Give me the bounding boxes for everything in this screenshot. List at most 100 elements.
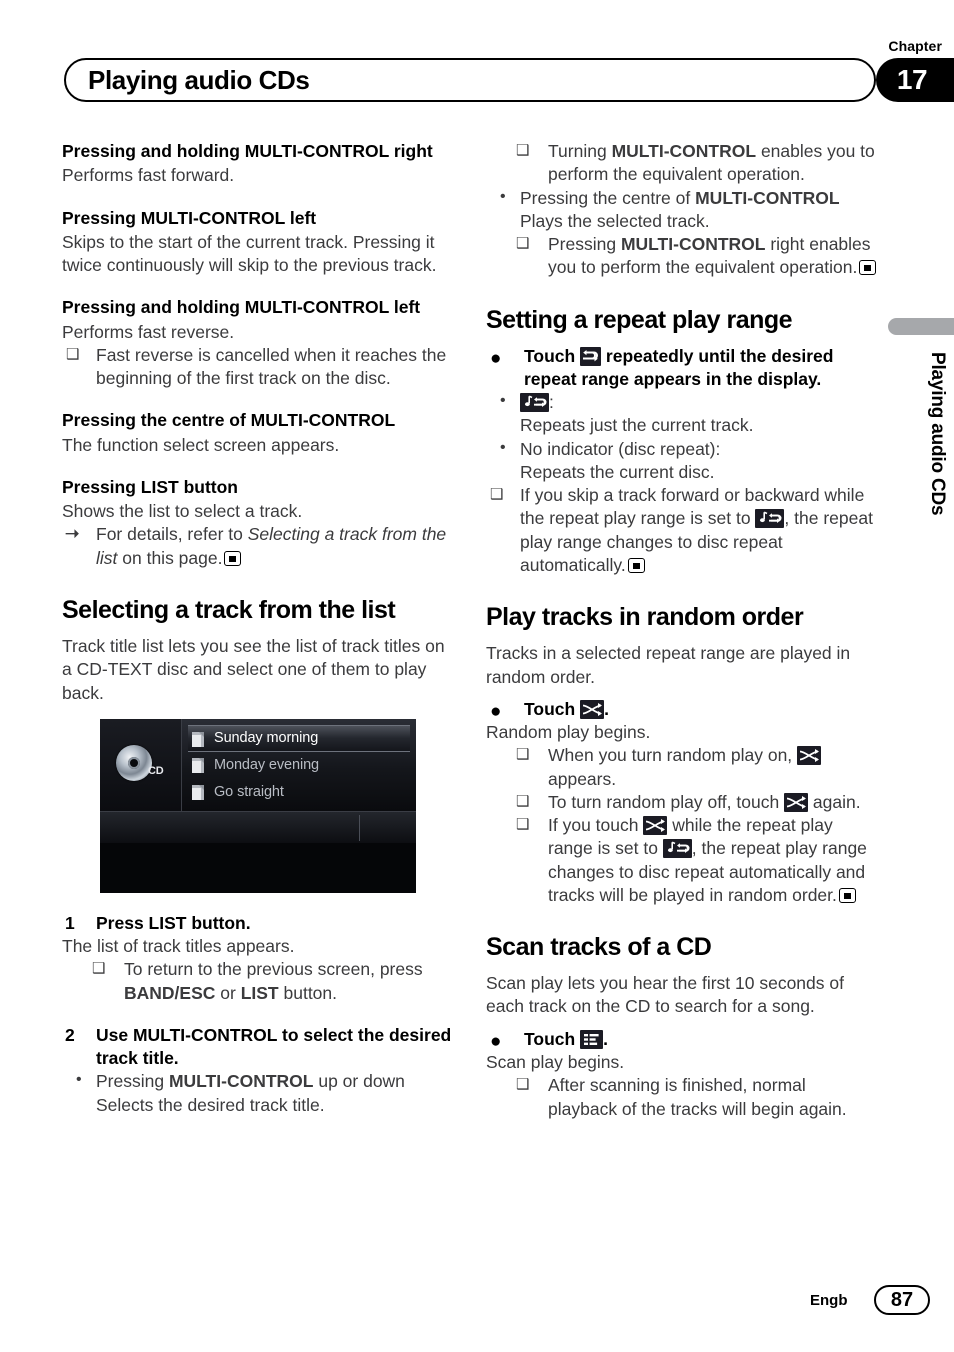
note-bold: MULTI-CONTROL [620, 234, 766, 255]
heading-setting-repeat-play-range: Setting a repeat play range [486, 305, 793, 334]
bullet-prefix: Pressing [96, 1071, 169, 1092]
bullet-dot-icon: • [500, 438, 506, 456]
action-suffix: . [603, 1028, 608, 1049]
note-suffix: again. [808, 791, 861, 812]
step-1: 1 Press LIST button. [62, 912, 454, 935]
shuffle-icon[interactable] [643, 816, 668, 836]
subheading-text-bold: Pressing [62, 207, 136, 228]
note-prefix: To turn random play off, touch [548, 791, 785, 812]
bullet-prefix: Pressing the centre of [520, 187, 696, 208]
subheading-pressing-holding-left: Pressing and holding MULTI-CONTROL left [62, 296, 454, 319]
note-return-previous-screen: ❑ To return to the previous screen, press… [62, 958, 454, 1005]
track-title: Go straight [214, 784, 284, 801]
note-text: Fast reverse is cancelled when it reache… [96, 344, 447, 389]
note-square-marker-icon: ❑ [516, 235, 530, 253]
note-suffix: appears. [548, 768, 617, 789]
repeat-icon[interactable] [580, 346, 602, 366]
subheading-text-rest: MULTI-CONTROL [245, 410, 396, 431]
side-tab-marker [888, 318, 954, 335]
note-square-marker-icon: ❑ [92, 960, 106, 978]
bullet-disc-repeat-option: • No indicator (disc repeat): [486, 438, 878, 461]
note-random-off: ❑ To turn random play off, touch again. [486, 791, 878, 814]
action-suffix: . [604, 698, 609, 719]
page-file-icon [192, 784, 204, 800]
body-track-title-list: Track title list lets you see the list o… [62, 635, 445, 703]
note-part-a: If you touch [548, 815, 644, 836]
track-repeat-icon[interactable] [662, 839, 692, 859]
subheading-text-bold: Pressing and holding [62, 141, 240, 161]
reference-selecting-track: ➝ For details, refer to Selecting a track… [62, 523, 454, 570]
page-file-icon [192, 757, 204, 773]
scan-icon[interactable] [580, 1029, 604, 1049]
body-scan-play: Scan play lets you hear the first 10 sec… [486, 973, 844, 1017]
note-text: After scanning is finished, normal playb… [548, 1075, 847, 1119]
chapter-number-badge: 17 [876, 58, 954, 102]
step-number: 2 [65, 1024, 75, 1045]
footer-page-number: 87 [874, 1285, 930, 1315]
body-skip-start: Skips to the start of the current track.… [62, 231, 437, 276]
bullet-text: : [549, 392, 554, 413]
list-item[interactable]: Go straight [188, 779, 412, 806]
page-title: Playing audio CDs [88, 64, 310, 95]
body-shows-list: Shows the list to select a track. [62, 501, 303, 522]
subheading-text-mid: MULTI-CONTROL [135, 207, 290, 228]
note-square-marker-icon: ❑ [516, 792, 530, 810]
list-item[interactable]: Monday evening [188, 752, 412, 779]
shuffle-icon[interactable] [784, 792, 809, 812]
action-bullet-icon: ● [490, 700, 502, 722]
screenshot-status-bar [100, 810, 416, 843]
subheading-pressing-centre: Pressing the centre of MULTI-CONTROL [62, 409, 454, 432]
side-tab-label: Playing audio CDs [927, 352, 948, 516]
cd-disc-icon [116, 744, 152, 781]
end-of-section-marker-icon [224, 550, 242, 566]
body-fast-forward: Performs fast forward. [62, 165, 235, 186]
step-text: Use MULTI-CONTROL to select the desired … [96, 1024, 452, 1069]
heading-play-tracks-random-order: Play tracks in random order [486, 603, 804, 632]
body-repeats-current-disc: Repeats the current disc. [520, 461, 715, 482]
action-touch-random: ● Touch . [486, 698, 878, 722]
device-screenshot: CD Sunday morning Monday evening Go stra… [100, 718, 416, 893]
note-random-with-track-repeat: ❑ If you touch while the repeat play rang… [486, 814, 878, 907]
step-2: 2 Use MULTI-CONTROL to select the desired… [62, 1024, 454, 1071]
note-square-marker-icon: ❑ [490, 486, 504, 504]
shuffle-icon[interactable] [797, 746, 822, 766]
track-repeat-icon[interactable] [520, 393, 549, 413]
note-square-marker-icon: ❑ [516, 1076, 530, 1094]
note-prefix: To return to the previous screen, press [124, 959, 423, 980]
note-mid: or [215, 982, 241, 1003]
reference-suffix: on this page. [117, 547, 223, 568]
reference-prefix: For details, refer to [96, 524, 248, 545]
subheading-text-bold: Pressing the centre of [62, 410, 246, 431]
note-bold: MULTI-CONTROL [611, 141, 757, 161]
action-prefix: Touch [524, 345, 581, 366]
subheading-text-rest: MULTI-CONTROL left [239, 297, 421, 318]
track-title: Monday evening [214, 757, 320, 774]
note-turning-multicontrol: ❑ Turning MULTI-CONTROL enables you to pe… [486, 140, 878, 187]
bullet-dot-icon: • [76, 1071, 82, 1089]
page-title-pill: Playing audio CDs [64, 58, 876, 102]
screenshot-source-label: CD [148, 764, 164, 777]
note-prefix: Turning [548, 141, 612, 161]
action-prefix: Touch [524, 1028, 581, 1049]
action-bullet-icon: ● [490, 347, 502, 369]
track-repeat-icon[interactable] [755, 509, 785, 529]
track-title: Sunday morning [214, 730, 319, 747]
subheading-text-bold: Pressing and holding [62, 297, 240, 318]
end-of-section-marker-icon [838, 887, 856, 903]
note-square-marker-icon: ❑ [516, 746, 530, 764]
body-random-order: Tracks in a selected repeat range are pl… [486, 643, 851, 687]
shuffle-icon[interactable] [580, 699, 605, 719]
note-skip-track-repeat-range: ❑ If you skip a track forward or backward… [486, 484, 878, 577]
page-file-icon [192, 731, 204, 747]
note-square-marker-icon: ❑ [516, 142, 530, 159]
body-random-play-begins: Random play begins. [486, 722, 651, 743]
footer-language: Engb [810, 1292, 848, 1309]
list-item[interactable]: Sunday morning [188, 724, 410, 752]
subheading-text-rest: LIST button [135, 476, 238, 497]
subheading-pressing-left: Pressing MULTI-CONTROL left [62, 207, 454, 230]
